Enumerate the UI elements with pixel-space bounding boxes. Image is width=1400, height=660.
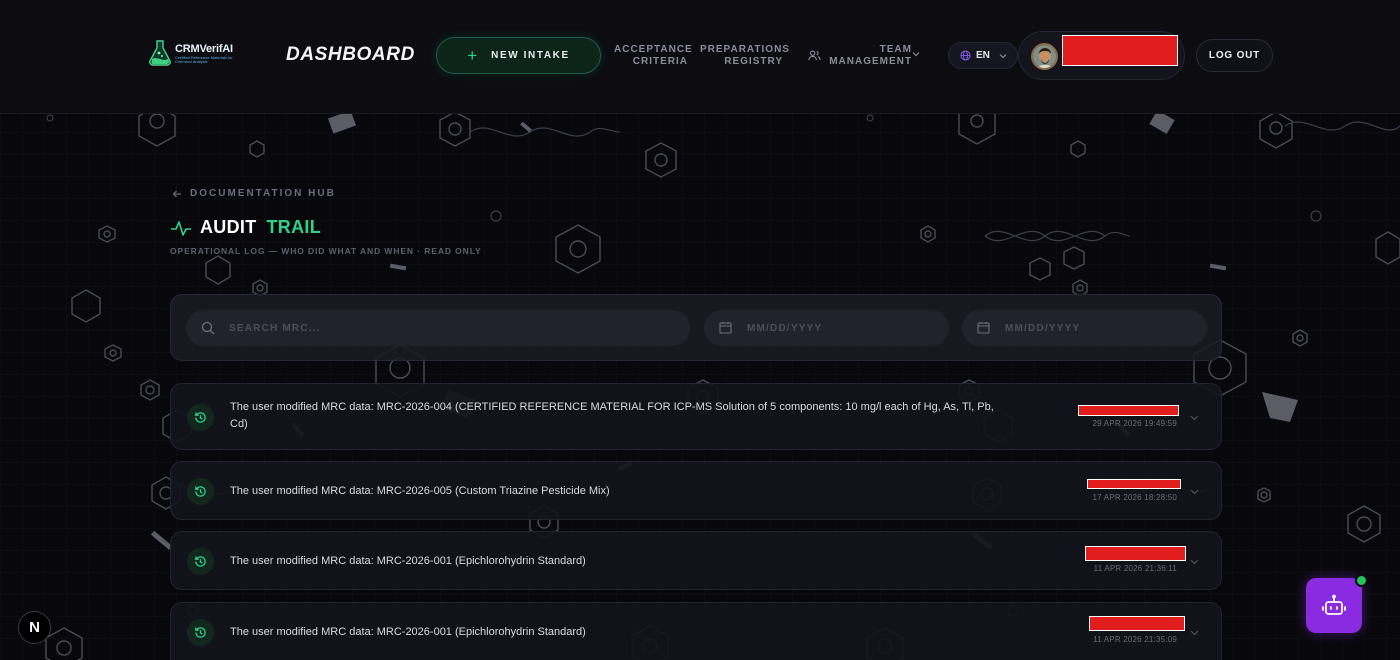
breadcrumb-label: DOCUMENTATION HUB [190, 188, 336, 199]
new-intake-label: NEW INTAKE [491, 50, 570, 61]
assistant-chat-button[interactable] [1306, 574, 1368, 633]
nav-label-line: TEAM [879, 44, 912, 55]
redacted-user [1085, 546, 1186, 561]
entry-timestamp: 11 APR 2026 21:35:09 [1093, 635, 1177, 644]
top-navbar: CRMVerifAI Certified Reference Materials… [0, 0, 1400, 114]
page-title: DASHBOARD [286, 44, 415, 65]
nav-label-line: ACCEPTANCE [614, 44, 693, 55]
chevron-down-icon[interactable] [1190, 487, 1199, 496]
logo-brand-text: CRMVerifAI [175, 43, 233, 55]
filter-bar [170, 294, 1222, 361]
chevron-down-icon[interactable] [1190, 557, 1199, 566]
title-trail: TRAIL [266, 217, 321, 237]
page-subtitle: OPERATIONAL LOG — WHO DID WHAT AND WHEN … [170, 246, 482, 256]
entry-message: The user modified MRC data: MRC-2026-004… [230, 401, 994, 430]
nav-label-line: CRITERIA [632, 56, 688, 67]
language-selector[interactable]: EN [948, 42, 1018, 69]
entry-timestamp: 17 APR 2026 18:28:50 [1092, 493, 1177, 502]
redacted-user [1089, 616, 1185, 631]
user-profile-menu[interactable] [1018, 31, 1185, 80]
title-audit: AUDIT [200, 217, 257, 237]
entry-message: The user modified MRC data: MRC-2026-001… [230, 626, 586, 638]
audit-entry[interactable]: The user modified MRC data: MRC-2026-004… [170, 383, 1222, 450]
entry-message: The user modified MRC data: MRC-2026-001… [230, 555, 586, 567]
history-icon [187, 404, 214, 431]
flask-logo-icon [149, 40, 171, 66]
date-to-box [962, 310, 1207, 346]
app-logo[interactable]: CRMVerifAI Certified Reference Materials… [148, 38, 240, 68]
audit-entry[interactable]: The user modified MRC data: MRC-2026-005… [170, 461, 1222, 520]
activity-pulse-icon [171, 220, 191, 236]
chevron-down-icon [999, 53, 1007, 58]
users-icon [808, 50, 821, 61]
logo-tagline: Certified Reference Materials for Chemic… [175, 55, 233, 64]
nav-label-line: PREPARATIONS [700, 44, 790, 55]
audit-entry[interactable]: The user modified MRC data: MRC-2026-001… [170, 602, 1222, 660]
chevron-down-icon [912, 52, 920, 57]
online-status-dot [1355, 574, 1368, 587]
avatar [1031, 43, 1058, 70]
robot-icon [1322, 594, 1346, 615]
redacted-user [1087, 479, 1181, 489]
plus-icon: + [467, 46, 478, 65]
entry-message: The user modified MRC data: MRC-2026-005… [230, 485, 610, 497]
history-icon [187, 548, 214, 575]
calendar-icon [719, 322, 732, 334]
nav-label-line: MANAGEMENT [829, 56, 912, 67]
search-icon [201, 321, 215, 335]
nav-acceptance-criteria[interactable]: ACCEPTANCE CRITERIA [614, 44, 693, 68]
chevron-down-icon[interactable] [1190, 413, 1199, 422]
search-input[interactable] [229, 320, 669, 336]
arrow-left-icon [172, 190, 181, 197]
audit-entry[interactable]: The user modified MRC data: MRC-2026-001… [170, 531, 1222, 590]
language-code: EN [976, 50, 990, 61]
calendar-icon [977, 322, 990, 334]
person-avatar-icon [1033, 45, 1056, 68]
section-title: AUDIT TRAIL [170, 217, 321, 238]
new-intake-button[interactable]: + NEW INTAKE [436, 37, 601, 74]
redacted-user [1078, 405, 1179, 416]
search-box [186, 310, 690, 346]
history-icon [187, 619, 214, 646]
entry-timestamp: 11 APR 2026 21:36:11 [1093, 564, 1177, 573]
logout-button[interactable]: LOG OUT [1196, 39, 1273, 72]
date-from-input[interactable] [747, 320, 927, 336]
redacted-user-name [1062, 35, 1178, 66]
date-to-input[interactable] [1005, 320, 1185, 336]
chevron-down-icon[interactable] [1190, 628, 1199, 637]
date-from-box [704, 310, 949, 346]
breadcrumb[interactable]: DOCUMENTATION HUB [172, 188, 336, 199]
audit-trail-page: CRMVerifAI Certified Reference Materials… [0, 0, 1400, 660]
entry-timestamp: 29 APR 2026 19:49:59 [1092, 419, 1177, 428]
nav-preparations-registry[interactable]: PREPARATIONS REGISTRY [700, 44, 790, 68]
globe-icon [960, 50, 971, 61]
framework-dev-badge[interactable]: N [18, 611, 51, 644]
history-icon [187, 478, 214, 505]
nav-label-line: REGISTRY [724, 56, 783, 67]
